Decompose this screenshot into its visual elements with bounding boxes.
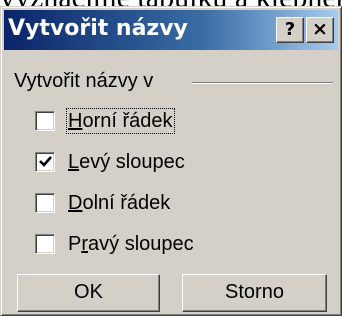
close-icon: ×: [312, 18, 328, 40]
checkbox-right-column[interactable]: Pravý sloupec: [35, 231, 195, 257]
checkbox-top-row-box[interactable]: [35, 111, 55, 131]
checkbox-top-row[interactable]: Horní řádek: [35, 108, 175, 134]
help-icon: ?: [284, 19, 296, 40]
close-button[interactable]: ×: [306, 17, 334, 43]
checkbox-bottom-row-box[interactable]: [35, 193, 55, 213]
help-button[interactable]: ?: [276, 17, 304, 43]
checkbox-right-column-label[interactable]: Pravý sloupec: [67, 232, 195, 256]
checkbox-bottom-row[interactable]: Dolní řádek: [35, 190, 171, 216]
group-label: Vytvořit názvy v: [14, 70, 154, 92]
create-names-dialog: Vytvořit názvy ? × Vytvořit názvy v Horn…: [0, 6, 342, 316]
checkbox-right-column-box[interactable]: [35, 234, 55, 254]
checkbox-left-column-label[interactable]: Levý sloupec: [67, 150, 186, 174]
checkbox-bottom-row-label[interactable]: Dolní řádek: [67, 191, 171, 215]
title-bar[interactable]: Vytvořit názvy ? ×: [4, 10, 338, 50]
checkbox-top-row-label[interactable]: Horní řádek: [66, 108, 175, 134]
dialog-title: Vytvořit názvy: [8, 16, 188, 41]
group-divider: [192, 82, 333, 84]
checkbox-left-column[interactable]: Levý sloupec: [35, 149, 186, 175]
cancel-button[interactable]: Storno: [182, 274, 327, 312]
checkbox-left-column-box[interactable]: [35, 152, 55, 172]
ok-button[interactable]: OK: [17, 274, 160, 312]
check-icon: [39, 156, 52, 167]
